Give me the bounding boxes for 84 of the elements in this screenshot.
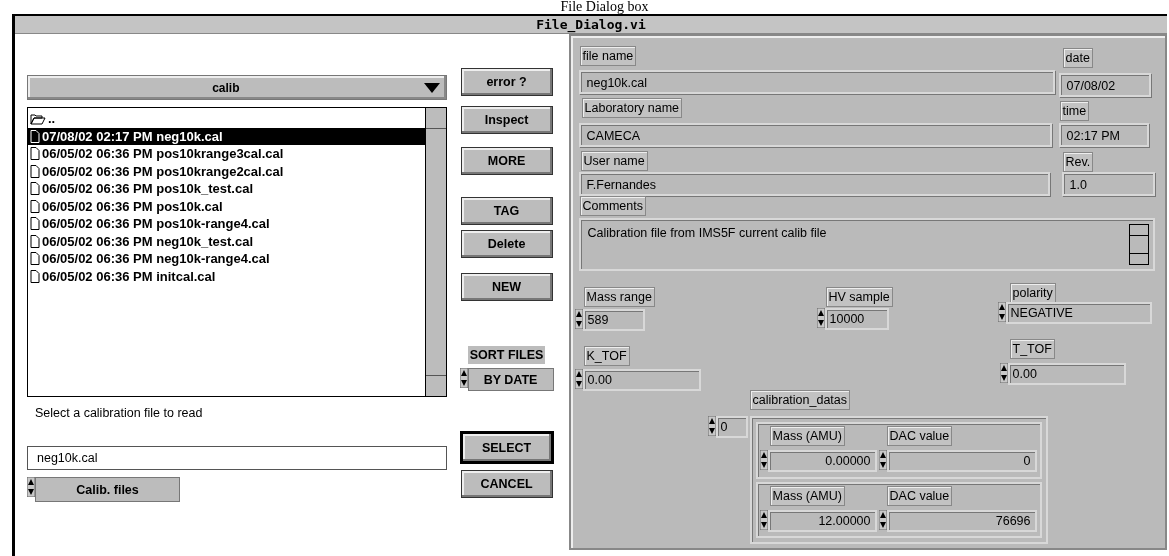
- file-list-item[interactable]: ..: [28, 110, 425, 128]
- text-field[interactable]: F.Fernandes: [578, 172, 1050, 196]
- control-label: Rev.: [1062, 152, 1094, 172]
- numeric-field[interactable]: 589: [582, 309, 645, 331]
- file-list-item[interactable]: 06/05/02 06:36 PM pos10k_test.cal: [28, 180, 425, 198]
- document-icon: [30, 217, 40, 231]
- control-label: User name: [580, 151, 648, 171]
- spinner-arrows-icon[interactable]: [999, 363, 1008, 383]
- numeric-field[interactable]: NEGATIVE: [1005, 302, 1152, 324]
- dialog-button[interactable]: Inspect: [460, 106, 553, 134]
- numeric-field[interactable]: 10000: [824, 308, 889, 330]
- dialog-button[interactable]: MORE: [460, 147, 553, 175]
- scrollbar[interactable]: [424, 108, 446, 396]
- spinner-arrows-icon[interactable]: [878, 509, 887, 530]
- folder-icon: [30, 112, 46, 125]
- spinner-arrows-icon[interactable]: [707, 416, 716, 436]
- file-list-item[interactable]: 06/05/02 06:36 PM pos10k.cal: [28, 197, 425, 215]
- spinner-arrows-icon[interactable]: [574, 309, 583, 329]
- numeric-field[interactable]: 12.00000: [767, 509, 877, 532]
- control-label: DAC value: [886, 485, 953, 506]
- file-list-item[interactable]: 06/05/02 06:36 PM neg10k-range4.cal: [28, 250, 425, 268]
- control-label: T_TOF: [1009, 339, 1055, 359]
- file-list-item[interactable]: 06/05/02 06:36 PM pos10krange2cal.cal: [28, 162, 425, 180]
- document-icon: [30, 182, 40, 196]
- dialog-button[interactable]: SELECT: [459, 431, 554, 464]
- prompt-text: Select a calibration file to read: [35, 406, 204, 422]
- spinner-arrows-icon[interactable]: [816, 308, 825, 328]
- control-label: Mass (AMU): [769, 426, 845, 446]
- text-field[interactable]: neg10k.cal: [578, 70, 1055, 94]
- spinner-arrows-icon[interactable]: [759, 450, 768, 470]
- dialog-button[interactable]: NEW: [460, 273, 553, 301]
- document-icon: [30, 234, 40, 248]
- control-label: Laboratory name: [581, 98, 683, 118]
- text-field[interactable]: 1.0: [1061, 172, 1155, 196]
- comments-field[interactable]: Calibration file from IMS5F current calib file: [578, 218, 1155, 271]
- document-icon: [30, 269, 40, 283]
- numeric-field[interactable]: 76696: [886, 509, 1037, 532]
- sort-selector[interactable]: BY DATE: [467, 368, 554, 391]
- folder-dropdown[interactable]: calib: [27, 75, 447, 100]
- spinner-arrows-icon[interactable]: [878, 450, 887, 470]
- numeric-field[interactable]: 0.00: [582, 369, 701, 391]
- control-label: Mass range: [583, 287, 655, 307]
- control-label: date: [1062, 48, 1093, 68]
- dialog-button[interactable]: Delete: [460, 230, 553, 258]
- control-label: polarity: [1009, 283, 1056, 303]
- control-label: calibration_datas: [749, 390, 851, 410]
- file-list-item[interactable]: 06/05/02 06:36 PM neg10k_test.cal: [28, 232, 425, 250]
- text-field[interactable]: 07/08/02: [1058, 73, 1151, 97]
- document-icon: [30, 129, 40, 143]
- dialog-button[interactable]: error ?: [460, 68, 553, 96]
- text-field[interactable]: CAMECA: [578, 123, 1052, 147]
- dialog-button[interactable]: TAG: [460, 197, 553, 225]
- numeric-field[interactable]: 0.00000: [767, 450, 877, 472]
- control-label: HV sample: [825, 287, 893, 307]
- document-icon: [30, 164, 40, 178]
- spinner-arrows-icon[interactable]: [759, 509, 768, 530]
- filename-field[interactable]: neg10k.cal: [27, 446, 447, 470]
- document-icon: [30, 147, 40, 161]
- document-icon: [30, 199, 40, 213]
- file-list-item[interactable]: 06/05/02 06:36 PM pos10krange3cal.cal: [28, 145, 425, 163]
- dropdown-arrow-icon: [423, 82, 440, 93]
- control-label: K_TOF: [583, 346, 630, 366]
- numeric-field[interactable]: 0.00: [1007, 363, 1126, 385]
- index-field[interactable]: 0: [715, 416, 748, 438]
- control-label: DAC value: [886, 426, 953, 446]
- file-type-selector[interactable]: Calib. files: [35, 477, 180, 502]
- control-label: Mass (AMU): [769, 485, 845, 506]
- file-list-item[interactable]: 06/05/02 06:36 PM initcal.cal: [28, 267, 425, 285]
- file-list-item[interactable]: 07/08/02 02:17 PM neg10k.cal: [28, 127, 425, 145]
- control-label: file name: [579, 46, 637, 66]
- file-list-item[interactable]: 06/05/02 06:36 PM pos10k-range4.cal: [28, 215, 425, 233]
- window-title: File_Dialog.vi: [536, 17, 646, 32]
- dialog-button[interactable]: CANCEL: [460, 470, 553, 498]
- document-icon: [30, 252, 40, 266]
- control-label: Comments: [579, 196, 646, 216]
- text-field[interactable]: 02:17 PM: [1058, 123, 1149, 147]
- sort-label: SORT FILES: [467, 346, 546, 364]
- spinner-arrows-icon[interactable]: [997, 302, 1006, 322]
- spinner-arrows-icon[interactable]: [27, 477, 35, 497]
- control-label: time: [1059, 101, 1090, 121]
- spinner-arrows-icon[interactable]: [574, 369, 583, 389]
- page-caption: File Dialog box: [559, 0, 650, 14]
- numeric-field[interactable]: 0: [886, 450, 1037, 472]
- spinner-arrows-icon[interactable]: [459, 368, 468, 388]
